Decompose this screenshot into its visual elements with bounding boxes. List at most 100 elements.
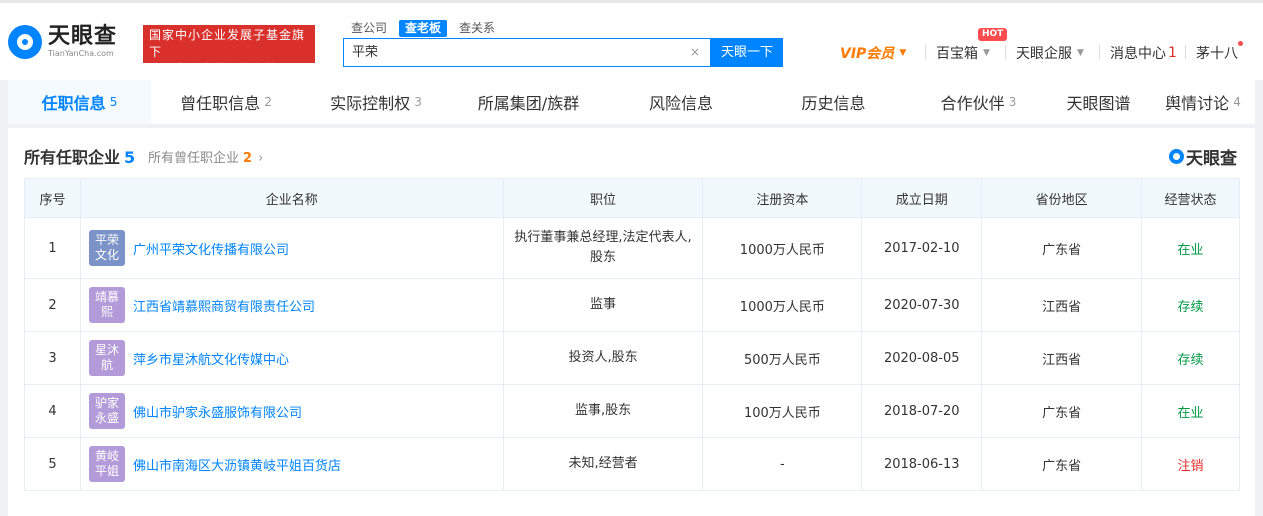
nav-divider xyxy=(925,45,926,59)
section-count: 5 xyxy=(124,148,136,167)
nav-divider xyxy=(1099,45,1100,59)
chevron-down-icon: ▼ xyxy=(899,48,907,58)
search-tab-boss[interactable]: 查老板 xyxy=(399,20,448,37)
row-number: 1 xyxy=(24,217,81,279)
nav-divider xyxy=(1005,45,1006,59)
position-cell: 监事,股东 xyxy=(502,384,704,438)
user-menu[interactable]: 茅十八 xyxy=(1196,43,1238,63)
position-cell: 未知,经营者 xyxy=(502,437,704,491)
row-number: 2 xyxy=(24,278,81,332)
table-row: 5 黄岐 平姐 佛山市南海区大沥镇黄岐平姐百货店 未知,经营者 -2018-06-13 广东… xyxy=(24,437,1240,491)
date-cell: 2020-08-05 xyxy=(861,331,983,385)
tab-current-positions[interactable]: 任职信息 5 xyxy=(8,80,151,124)
company-logo[interactable]: 黄岐 平姐 xyxy=(88,446,125,482)
logo-domain: TianYanCha.com xyxy=(48,49,114,58)
tab-history-info[interactable]: 历史信息 xyxy=(756,80,911,124)
section-title-text: 所有任职企业 xyxy=(24,148,121,167)
tab-count: 2 xyxy=(264,95,272,109)
col-header-status: 经营状态 xyxy=(1141,178,1240,218)
col-header-capital: 注册资本 xyxy=(702,178,863,218)
logo-text: 天眼查 xyxy=(48,24,118,49)
tab-public-opinion[interactable]: 舆情讨论 4 xyxy=(1151,80,1255,124)
capital-cell: 1000万人民币 xyxy=(702,217,863,279)
chevron-right-icon: › xyxy=(258,151,264,166)
table-header-row: 序号 企业名称 职位 注册资本 成立日期 省份地区 经营状态 xyxy=(24,178,1240,218)
past-positions-link[interactable]: 所有曾任职企业 2 › xyxy=(148,147,263,166)
positions-panel: 所有任职企业 5 所有曾任职企业 2 › 天眼查 序号 企业名称 职位 注册资本 成立… xyxy=(8,128,1255,516)
tab-graph[interactable]: 天眼图谱 xyxy=(1046,80,1151,124)
status-cell: 存续 xyxy=(1141,278,1240,332)
tab-label: 天眼图谱 xyxy=(1066,94,1131,113)
site-logo[interactable]: 天眼查 TianYanCha.com xyxy=(8,25,117,59)
date-cell: 2018-07-20 xyxy=(861,384,983,438)
chevron-down-icon: ▼ xyxy=(983,48,990,58)
treasure-menu[interactable]: 百宝箱 ▼ xyxy=(936,43,990,63)
col-header-date: 成立日期 xyxy=(861,178,983,218)
clear-icon[interactable]: × xyxy=(690,39,700,66)
table-row: 2 靖慕熙江西省靖慕熙商贸有限责任公司 监事 1000万人民币 2020-07-30 江西… xyxy=(24,278,1240,332)
enterprise-service-menu[interactable]: 天眼企服 ▼ xyxy=(1016,43,1084,63)
tab-count: 4 xyxy=(1233,95,1241,109)
positions-table: 序号 企业名称 职位 注册资本 成立日期 省份地区 经营状态 1 平荣 文化 广州平荣… xyxy=(24,178,1240,491)
position-cell: 投资人,股东 xyxy=(502,331,704,385)
company-name-link[interactable]: 萍乡市星沐航文化传媒中心 xyxy=(133,349,289,368)
tab-label: 实际控制权 xyxy=(330,94,411,113)
capital-cell: 1000万人民币 xyxy=(702,278,863,332)
row-number: 3 xyxy=(24,331,81,385)
tab-label: 历史信息 xyxy=(801,94,866,113)
person-info-tabs: 任职信息 5 曾任职信息 2 实际控制权 3 所属集团/族群 风险信息 历史信息 合作… xyxy=(8,80,1255,124)
enterprise-label: 天眼企服 xyxy=(1016,46,1072,62)
company-name-link[interactable]: 广州平荣文化传播有限公司 xyxy=(133,239,289,258)
table-row: 4 驴家 永盛 佛山市驴家永盛服饰有限公司 监事,股东 100万人民币 2018-07-20… xyxy=(24,384,1240,438)
tab-past-positions[interactable]: 曾任职信息 2 xyxy=(151,80,301,124)
search-tab-relation[interactable]: 查关系 xyxy=(453,20,501,37)
tab-label: 任职信息 xyxy=(41,94,106,113)
region-cell: 广东省 xyxy=(981,384,1143,438)
status-badge: 存续 xyxy=(1177,299,1204,315)
company-cell: 星沐航萍乡市星沐航文化传媒中心 xyxy=(79,331,504,385)
past-positions-label: 所有曾任职企业 xyxy=(148,151,240,166)
tab-actual-control[interactable]: 实际控制权 3 xyxy=(301,80,451,124)
tab-partners[interactable]: 合作伙伴 3 xyxy=(911,80,1046,124)
region-cell: 广东省 xyxy=(981,217,1143,279)
eye-logo-icon xyxy=(8,25,42,59)
search-tab-company[interactable]: 查公司 xyxy=(345,20,393,37)
gov-badge: 国家中小企业发展子基金旗下 官方备案企业征信机构 xyxy=(143,25,315,76)
message-count-badge: 1 xyxy=(1168,45,1177,61)
search-type-tabs: 查公司 查老板 查关系 xyxy=(345,20,501,37)
chevron-down-icon: ▼ xyxy=(1077,48,1084,58)
region-cell: 江西省 xyxy=(981,278,1143,332)
company-logo[interactable]: 星沐航 xyxy=(88,340,125,376)
company-cell: 黄岐 平姐 佛山市南海区大沥镇黄岐平姐百货店 xyxy=(79,437,504,491)
table-row: 1 平荣 文化 广州平荣文化传播有限公司 执行董事兼总经理,法定代表人,股东 1000万人… xyxy=(24,217,1240,279)
company-logo[interactable]: 平荣 文化 xyxy=(88,230,125,266)
vip-menu[interactable]: VIP会员 ▼ xyxy=(840,43,906,63)
section-title: 所有任职企业 5 xyxy=(24,144,135,168)
tab-group[interactable]: 所属集团/族群 xyxy=(451,80,606,124)
gov-badge-line2: 官方备案企业征信机构 xyxy=(149,62,280,76)
gov-badge-line1: 国家中小企业发展子基金旗下 xyxy=(149,28,306,59)
brand-text: 天眼查 xyxy=(1186,149,1237,169)
status-cell: 在业 xyxy=(1141,217,1240,279)
notification-dot-icon xyxy=(1238,41,1243,46)
message-center-link[interactable]: 消息中心 1 xyxy=(1110,43,1177,63)
capital-cell: 500万人民币 xyxy=(702,331,863,385)
treasure-label: 百宝箱 xyxy=(936,46,978,62)
search-button[interactable]: 天眼一下 xyxy=(711,38,783,67)
company-name-link[interactable]: 佛山市驴家永盛服饰有限公司 xyxy=(133,402,302,421)
eye-logo-icon xyxy=(1169,149,1184,164)
company-logo[interactable]: 靖慕熙 xyxy=(88,287,125,323)
status-badge: 注销 xyxy=(1177,458,1204,474)
company-cell: 驴家 永盛 佛山市驴家永盛服饰有限公司 xyxy=(79,384,504,438)
col-header-region: 省份地区 xyxy=(981,178,1143,218)
company-name-link[interactable]: 江西省靖慕熙商贸有限责任公司 xyxy=(133,296,315,315)
company-cell: 靖慕熙江西省靖慕熙商贸有限责任公司 xyxy=(79,278,504,332)
date-cell: 2017-02-10 xyxy=(861,217,983,279)
company-logo[interactable]: 驴家 永盛 xyxy=(88,393,125,429)
nav-divider xyxy=(1185,45,1186,59)
search-input[interactable]: 平荣 × xyxy=(343,38,711,67)
search-input-value: 平荣 xyxy=(352,45,379,60)
company-name-link[interactable]: 佛山市南海区大沥镇黄岐平姐百货店 xyxy=(133,455,341,474)
tab-risk-info[interactable]: 风险信息 xyxy=(606,80,756,124)
row-number: 5 xyxy=(24,437,81,491)
